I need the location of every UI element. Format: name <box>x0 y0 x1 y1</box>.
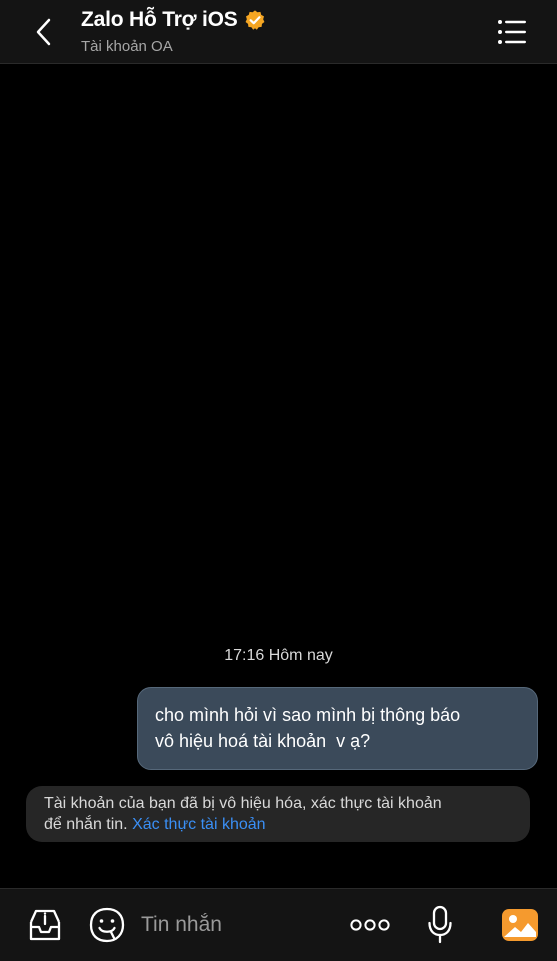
chat-header: Zalo Hỗ Trợ iOS Tài khoản OA <box>0 0 557 64</box>
sticker-icon <box>89 907 125 943</box>
verified-badge-icon <box>245 10 265 30</box>
message-input[interactable] <box>141 911 331 939</box>
message-timestamp: 17:16 Hôm nay <box>224 647 333 664</box>
inbox-button[interactable] <box>24 905 66 945</box>
title-row[interactable]: Zalo Hỗ Trợ iOS <box>81 6 266 34</box>
message-toolbar <box>0 888 557 961</box>
microphone-icon <box>428 905 452 944</box>
notice-text-line: Tài khoản của bạn đã bị vô hiệu hóa, xác… <box>44 795 442 812</box>
inbox-info-icon <box>29 909 61 941</box>
account-disabled-notice: Tài khoản của bạn đã bị vô hiệu hóa, xác… <box>26 786 530 842</box>
message-line: cho mình hỏi vì sao mình bị thông báo <box>155 705 461 725</box>
list-menu-icon <box>498 20 526 44</box>
chat-title: Zalo Hỗ Trợ iOS <box>81 8 238 31</box>
outgoing-message-bubble[interactable]: cho mình hỏi vì sao mình bị thông báo vô… <box>137 687 538 770</box>
account-type-label: Tài khoản OA <box>81 38 173 55</box>
voice-button[interactable] <box>424 903 456 947</box>
back-button[interactable] <box>28 14 60 50</box>
chat-area[interactable]: 17:16 Hôm nay cho mình hỏi vì sao mình b… <box>0 64 557 888</box>
notice-text: để nhắn tin. <box>44 816 133 833</box>
chevron-left-icon <box>36 18 51 46</box>
menu-button[interactable] <box>494 15 530 49</box>
notice-text-row: để nhắn tin. Xác thực tài khoản <box>44 814 520 835</box>
image-gallery-icon <box>502 909 538 941</box>
verify-account-link[interactable]: Xác thực tài khoản <box>132 816 265 833</box>
gallery-button[interactable] <box>500 906 540 944</box>
sticker-button[interactable] <box>87 905 127 945</box>
more-dots-icon <box>350 919 390 931</box>
more-button[interactable] <box>348 913 392 937</box>
message-line: vô hiệu hoá tài khoản v ạ? <box>155 731 371 751</box>
